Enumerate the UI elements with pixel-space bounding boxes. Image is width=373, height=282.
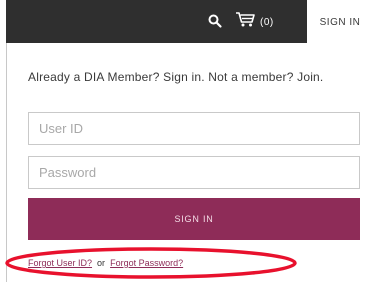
search-icon[interactable] [207,13,223,29]
forgot-user-id-link[interactable]: Forgot User ID? [28,258,92,268]
forgot-links-row: Forgot User ID? or Forgot Password? [28,258,183,268]
cart-count: (0) [260,16,274,28]
or-separator: or [94,258,108,268]
password-field[interactable] [28,156,360,189]
cart-button[interactable]: (0) [235,11,274,31]
tab-sign-in[interactable]: SIGN IN [307,0,373,44]
sign-in-prompt: Already a DIA Member? Sign in. Not a mem… [28,70,324,84]
forgot-password-link[interactable]: Forgot Password? [110,258,183,268]
top-navigation-bar: (0) SIGN IN [6,0,373,44]
cart-icon [235,10,257,33]
sign-in-button[interactable]: SIGN IN [28,198,360,240]
user-id-field[interactable] [28,112,360,145]
